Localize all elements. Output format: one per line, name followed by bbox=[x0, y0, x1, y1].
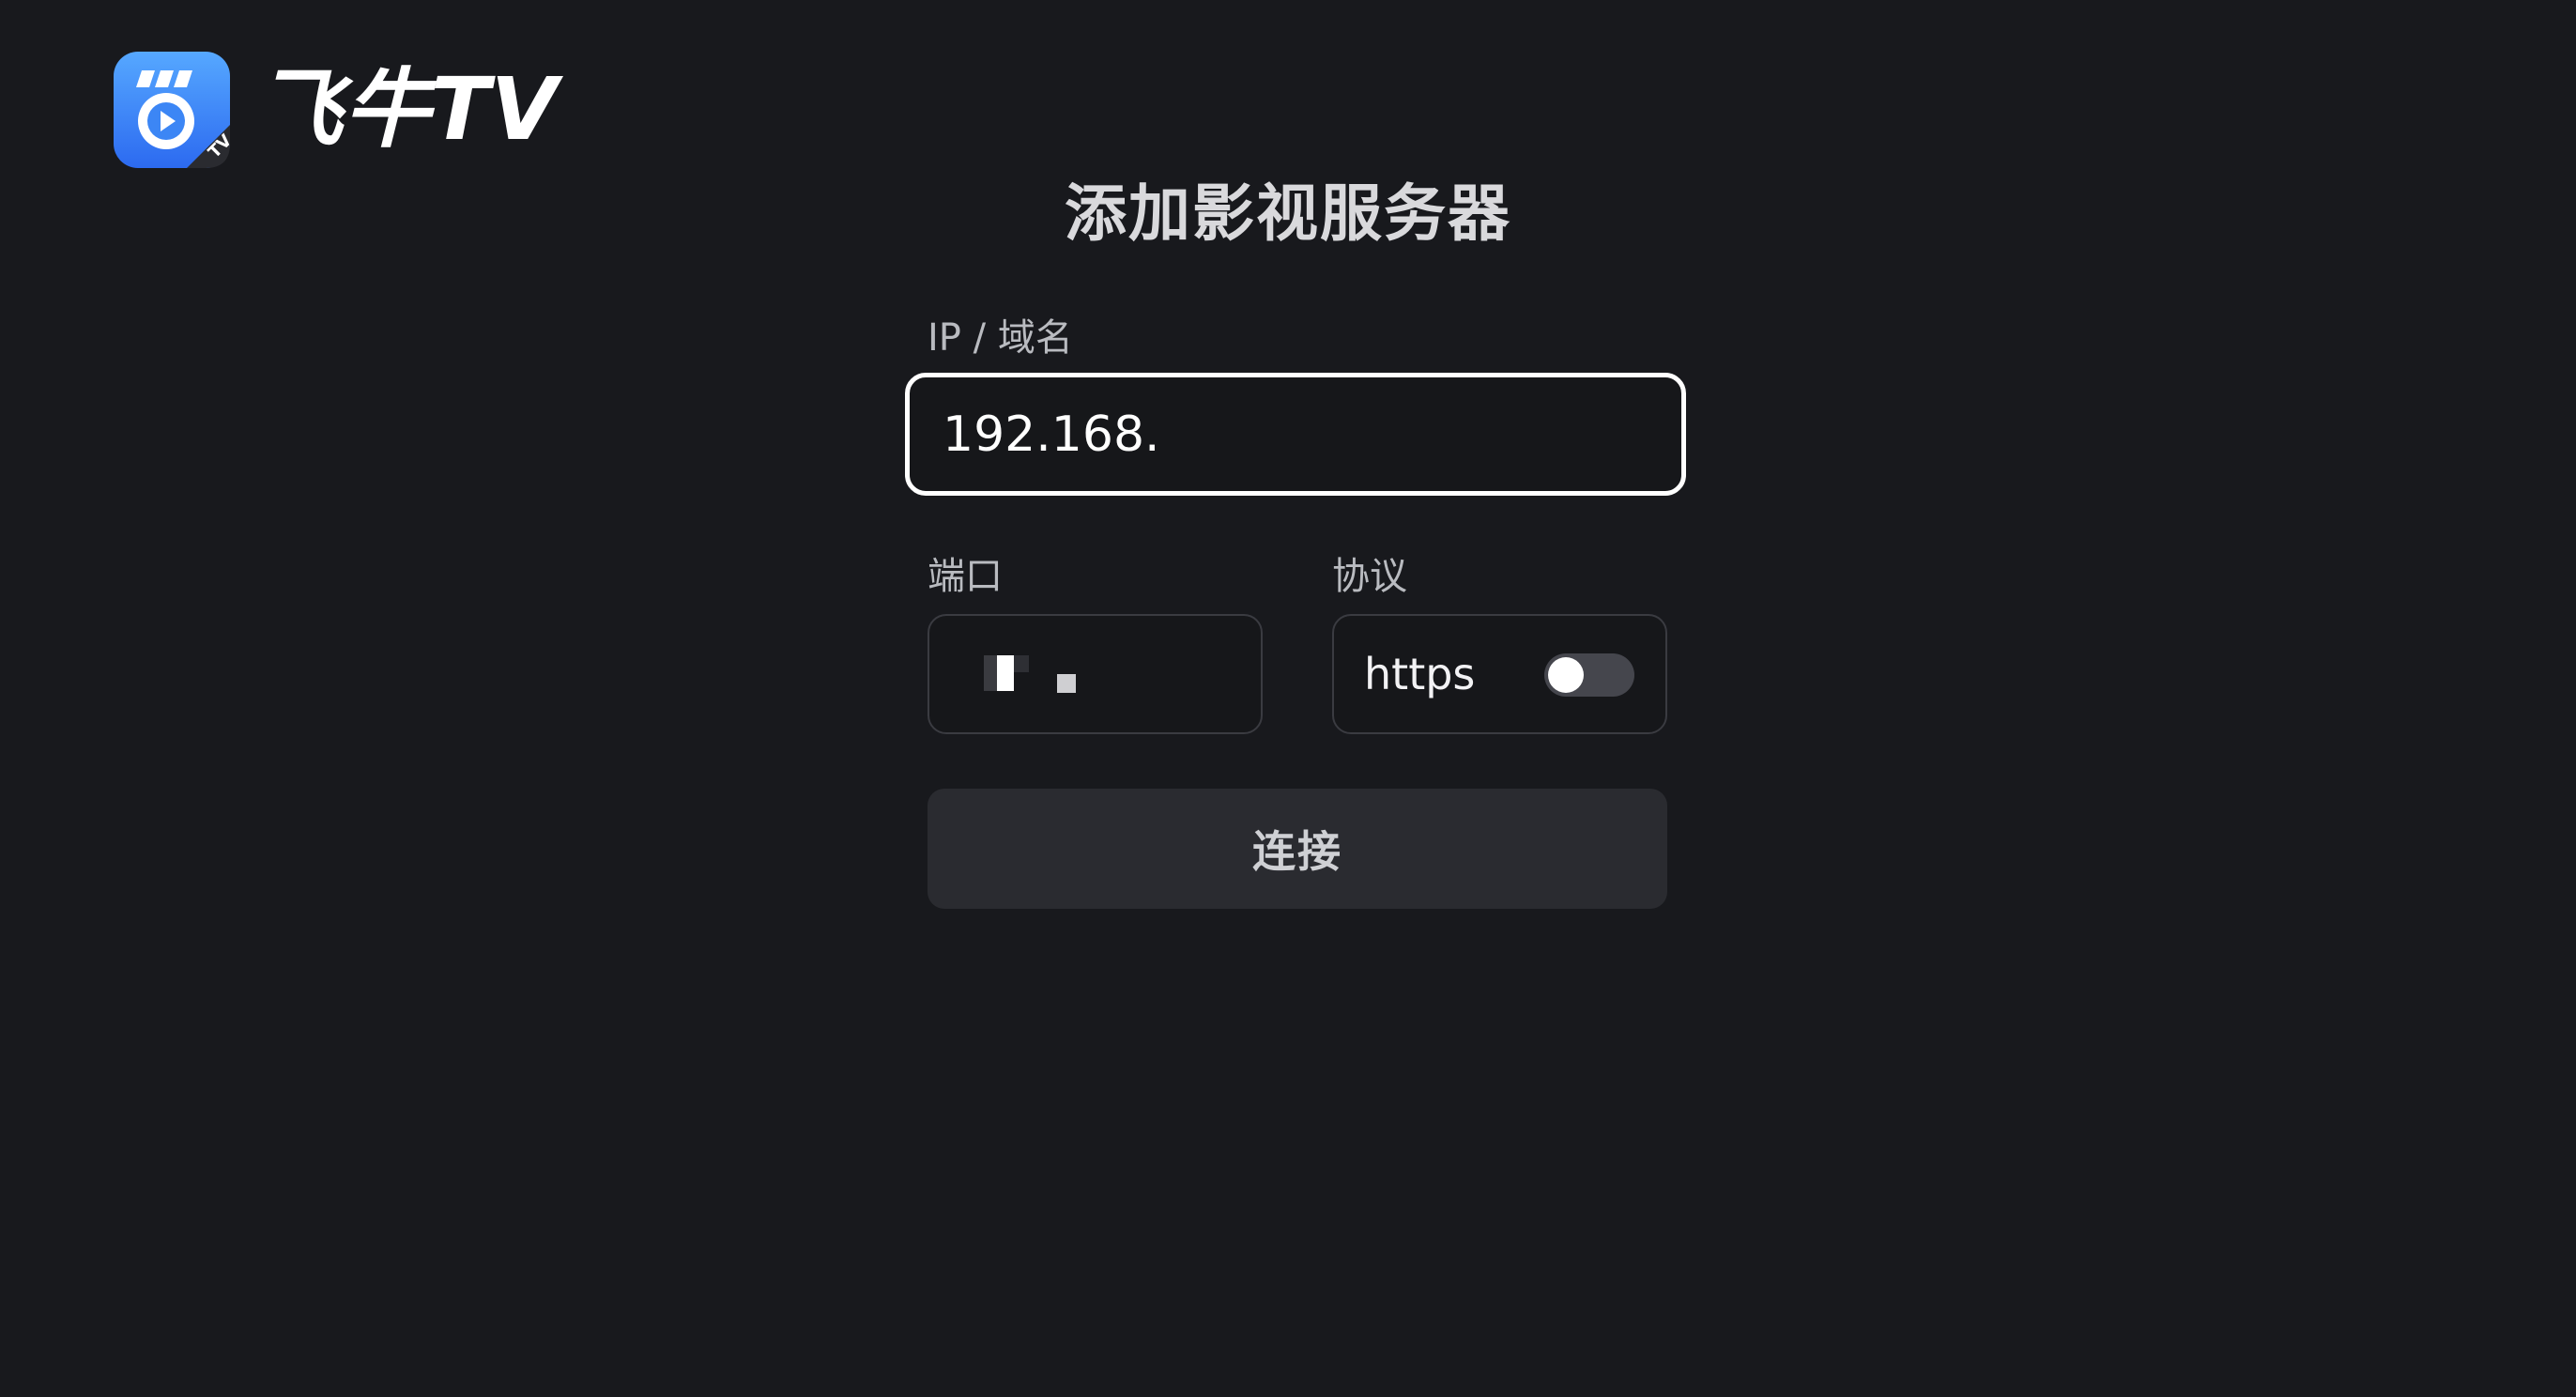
ip-domain-value: 192.168. bbox=[943, 406, 1160, 463]
https-label: https bbox=[1364, 649, 1476, 699]
connect-button-label: 连接 bbox=[1252, 826, 1342, 877]
page-title: 添加影视服务器 bbox=[1065, 177, 1511, 250]
brand-header: TV 飞牛TV bbox=[114, 52, 559, 168]
port-input[interactable] bbox=[928, 614, 1263, 734]
protocol-selector[interactable]: https bbox=[1332, 614, 1667, 734]
ip-domain-label: IP / 域名 bbox=[928, 316, 1073, 360]
connect-button[interactable]: 连接 bbox=[928, 789, 1667, 909]
ip-domain-input[interactable]: 192.168. bbox=[905, 373, 1686, 496]
toggle-knob bbox=[1548, 657, 1584, 693]
https-toggle[interactable] bbox=[1544, 653, 1634, 697]
port-value-redacted bbox=[984, 655, 1087, 693]
app-name: 飞牛TV bbox=[256, 59, 559, 160]
port-label: 端口 bbox=[928, 555, 1003, 598]
protocol-label: 协议 bbox=[1332, 555, 1407, 598]
feiniu-tv-logo-icon: TV bbox=[114, 52, 230, 168]
